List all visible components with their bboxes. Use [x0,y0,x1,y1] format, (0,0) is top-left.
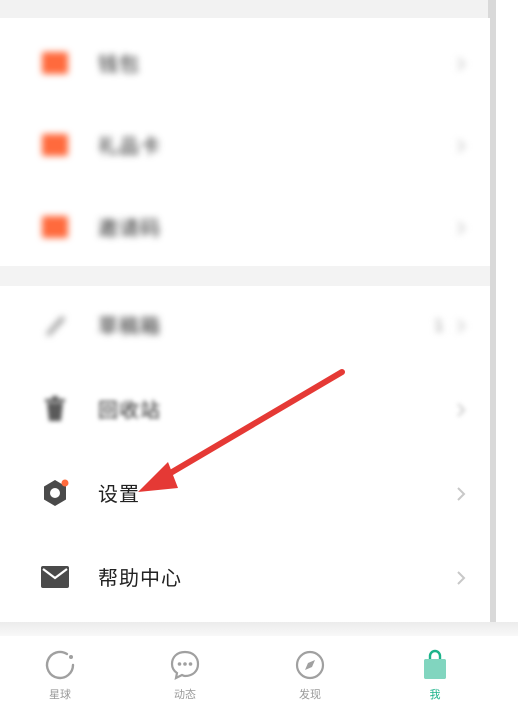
menu-item-help-center[interactable]: 帮助中心 [0,538,490,620]
chevron-right-icon [454,214,468,242]
draft-count-badge: 1 [433,316,444,335]
menu-item-label: 礼品卡 [98,134,161,158]
tab-label: 星球 [49,688,71,701]
gift-card-icon [40,130,70,160]
menu-item-label: 回收站 [98,398,161,422]
tab-label: 发现 [299,688,321,701]
menu-item-label: 草稿箱 [98,314,161,338]
top-divider [0,0,490,18]
menu-group-2: 草稿箱 1 回收站 设置 帮助中心 [0,286,490,622]
tab-activity[interactable]: 动态 [125,636,245,719]
menu-item-wallet[interactable]: 钱包 [0,24,490,106]
section-divider [0,266,490,286]
tab-label: 我 [429,688,441,701]
draft-icon [40,310,70,340]
tab-me[interactable]: 我 [375,636,495,719]
tabbar-shadow [0,622,518,636]
menu-item-recycle-bin[interactable]: 回收站 [0,370,490,452]
menu-item-label: 邀请码 [98,216,161,240]
menu-item-label: 设置 [98,482,140,506]
bag-icon [418,648,452,682]
tab-planet[interactable]: 星球 [0,636,120,719]
planet-icon [43,648,77,682]
trash-icon [40,394,70,424]
settings-icon [40,478,70,508]
screen: 钱包 礼品卡 邀请码 草稿箱 1 回收站 设置 帮助中心 星球 动态 发现 我 [0,0,518,719]
chevron-right-icon [454,480,468,508]
bottom-tabbar: 星球 动态 发现 我 [0,636,518,719]
chat-bubble-icon [168,648,202,682]
tab-label: 动态 [174,688,196,701]
compass-icon [293,648,327,682]
chevron-right-icon [454,132,468,160]
chevron-right-icon [454,312,468,340]
wallet-icon [40,48,70,78]
menu-item-drafts[interactable]: 草稿箱 1 [0,286,490,368]
menu-item-label: 钱包 [98,52,140,76]
menu-item-settings[interactable]: 设置 [0,454,490,536]
invite-code-icon [40,212,70,242]
menu-item-invite-code[interactable]: 邀请码 [0,188,490,270]
chevron-right-icon [454,50,468,78]
menu-item-label: 帮助中心 [98,566,182,590]
chevron-right-icon [454,564,468,592]
chevron-right-icon [454,396,468,424]
menu-item-gift-card[interactable]: 礼品卡 [0,106,490,188]
mail-icon [40,562,70,592]
tab-discover[interactable]: 发现 [250,636,370,719]
menu-group-1: 钱包 礼品卡 邀请码 [0,18,490,272]
